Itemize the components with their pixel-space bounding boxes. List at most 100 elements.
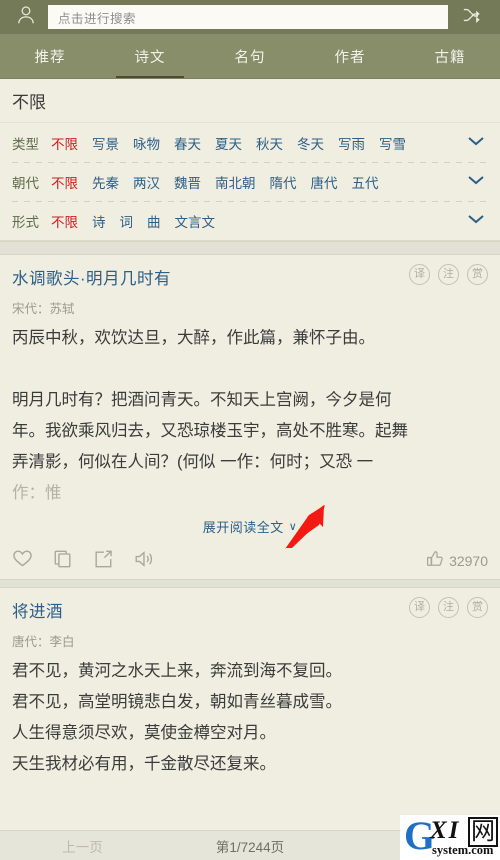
poem-meta[interactable]: 宋代：苏轼: [12, 298, 488, 317]
poem-title[interactable]: 水调歌头·明月几时有: [12, 263, 171, 289]
poem-badges: 译 注 赏: [409, 596, 488, 618]
chevron-down-icon: ∨: [288, 520, 298, 533]
translation-badge[interactable]: 译: [409, 264, 430, 285]
filter-option[interactable]: 隋代: [270, 172, 297, 192]
tab-poetry[interactable]: 诗文: [100, 34, 200, 78]
filter-expand-form-button[interactable]: [462, 212, 490, 230]
tab-label: 作者: [334, 49, 366, 66]
filter-options: 不限 诗 词 曲 文言文: [51, 211, 462, 231]
filter-expand-type-button[interactable]: [462, 134, 490, 152]
filter-option[interactable]: 夏天: [215, 133, 242, 153]
app-root: 点击进行搜索 推荐 诗文 名句 作者 古籍 不限 类型 不限 写景 咏物 春天 …: [0, 0, 500, 860]
filter-option[interactable]: 文言文: [175, 211, 216, 231]
poem-body: 丙辰中秋，欢饮达旦，大醉，作此篇，兼怀子由。 明月几时有？把酒问青天。不知天上宫…: [12, 323, 488, 509]
prev-page-button[interactable]: 上一页: [0, 836, 165, 856]
copy-icon[interactable]: [53, 549, 73, 574]
expand-full-text-button[interactable]: 展开阅读全文 ∨: [203, 517, 298, 536]
filter-label: 朝代: [12, 175, 39, 191]
page-indicator: 第1/7244页: [215, 839, 285, 855]
heart-icon[interactable]: [12, 549, 33, 573]
shuffle-button[interactable]: [452, 0, 492, 34]
filter-label: 形式: [12, 214, 39, 230]
filter-option[interactable]: 写雪: [379, 133, 406, 153]
poem-line: 弄清影，何似在人间？(何似 一作：何时；又恐 一: [12, 453, 374, 471]
main-tabs: 推荐 诗文 名句 作者 古籍: [0, 34, 500, 79]
filter-panel: 不限 类型 不限 写景 咏物 春天 夏天 秋天 冬天 写雨 写雪 朝代 不限 先…: [0, 79, 500, 241]
poem-line-faded: 作：惟: [12, 484, 62, 502]
section-divider: [0, 241, 500, 255]
shuffle-icon: [461, 5, 483, 30]
filter-option[interactable]: 秋天: [256, 133, 283, 153]
tab-ancient-books[interactable]: 古籍: [400, 34, 500, 78]
filter-option[interactable]: 先秦: [92, 172, 119, 192]
poem-action-icons: [12, 549, 426, 574]
poem-line: 君不见，黄河之水天上来，奔流到海不复回。: [12, 662, 342, 680]
appreciation-badge[interactable]: 赏: [467, 597, 488, 618]
filter-option[interactable]: 不限: [51, 133, 78, 153]
watermark-xi: XI: [430, 816, 461, 844]
like-count: 32970: [449, 553, 488, 569]
tab-famous-lines[interactable]: 名句: [200, 34, 300, 78]
poem-line: 明月几时有？把酒问青天。不知天上宫阙，今夕是何: [12, 391, 392, 409]
annotation-badge[interactable]: 注: [438, 597, 459, 618]
watermark-inner: G XI 网 system.com: [402, 815, 498, 859]
filter-option[interactable]: 诗: [92, 211, 106, 231]
filter-option[interactable]: 春天: [174, 133, 201, 153]
filter-option[interactable]: 不限: [51, 172, 78, 192]
poem-line: 人生得意须尽欢，莫使金樽空对月。: [12, 724, 276, 742]
filter-option[interactable]: 冬天: [297, 133, 324, 153]
filter-current-selection: 不限: [0, 79, 500, 123]
poem-card: 水调歌头·明月几时有 译 注 赏 宋代：苏轼 丙辰中秋，欢饮达旦，大醉，作此篇，…: [0, 255, 500, 579]
expand-full-text-row: 展开阅读全文 ∨: [12, 509, 488, 543]
filter-row-form: 形式 不限 诗 词 曲 文言文: [0, 201, 500, 240]
poem-meta[interactable]: 唐代：李白: [12, 631, 488, 650]
chevron-down-icon: [466, 173, 486, 191]
filter-option[interactable]: 魏晋: [174, 172, 201, 192]
user-avatar-button[interactable]: [8, 0, 44, 34]
speaker-icon[interactable]: [133, 549, 154, 574]
poem-card: 将进酒 译 注 赏 唐代：李白 君不见，黄河之水天上来，奔流到海不复回。 君不见…: [0, 588, 500, 780]
card-divider: [0, 579, 500, 588]
user-icon: [15, 4, 37, 31]
filter-option[interactable]: 不限: [51, 211, 78, 231]
filter-option[interactable]: 词: [120, 211, 134, 231]
watermark-system: system.com: [432, 842, 494, 857]
poem-line: 丙辰中秋，欢饮达旦，大醉，作此篇，兼怀子由。: [12, 329, 375, 347]
translation-badge[interactable]: 译: [409, 597, 430, 618]
filter-option[interactable]: 曲: [147, 211, 161, 231]
search-input[interactable]: 点击进行搜索: [48, 5, 448, 29]
filter-options: 不限 写景 咏物 春天 夏天 秋天 冬天 写雨 写雪: [51, 133, 462, 153]
poem-line-blank: [12, 354, 488, 385]
tab-recommend[interactable]: 推荐: [0, 34, 100, 78]
annotation-badge[interactable]: 注: [438, 264, 459, 285]
poem-title[interactable]: 将进酒: [12, 596, 63, 622]
filter-option[interactable]: 南北朝: [215, 172, 256, 192]
watermark-wang: 网: [468, 816, 498, 847]
filter-option[interactable]: 咏物: [133, 133, 160, 153]
poem-line: 天生我材必有用，千金散尽还复来。: [12, 755, 276, 773]
tab-label: 古籍: [434, 49, 466, 66]
poem-card-header: 水调歌头·明月几时有 译 注 赏: [12, 263, 488, 289]
tab-label: 诗文: [134, 49, 166, 66]
poem-line: 君不见，高堂明镜悲白发，朝如青丝暮成雪。: [12, 693, 342, 711]
like-group[interactable]: 32970: [426, 550, 488, 573]
chevron-down-icon: [466, 134, 486, 152]
filter-option[interactable]: 两汉: [133, 172, 160, 192]
poem-line: 年。我欲乘风归去，又恐琼楼玉宇，高处不胜寒。起舞: [12, 422, 408, 440]
filter-option[interactable]: 唐代: [311, 172, 338, 192]
expand-label: 展开阅读全文: [202, 519, 284, 535]
tab-authors[interactable]: 作者: [300, 34, 400, 78]
filter-option[interactable]: 写雨: [338, 133, 365, 153]
filter-option[interactable]: 五代: [352, 172, 379, 192]
filter-option[interactable]: 写景: [92, 133, 119, 153]
filter-label: 类型: [12, 136, 39, 152]
chevron-down-icon: [466, 212, 486, 230]
top-header: 点击进行搜索: [0, 0, 500, 34]
share-icon[interactable]: [93, 549, 113, 574]
thumbs-up-icon: [426, 550, 444, 573]
poem-action-bar: 32970: [12, 543, 488, 579]
poem-body: 君不见，黄河之水天上来，奔流到海不复回。 君不见，高堂明镜悲白发，朝如青丝暮成雪…: [12, 656, 488, 780]
appreciation-badge[interactable]: 赏: [467, 264, 488, 285]
filter-expand-dynasty-button[interactable]: [462, 173, 490, 191]
poem-badges: 译 注 赏: [409, 263, 488, 285]
